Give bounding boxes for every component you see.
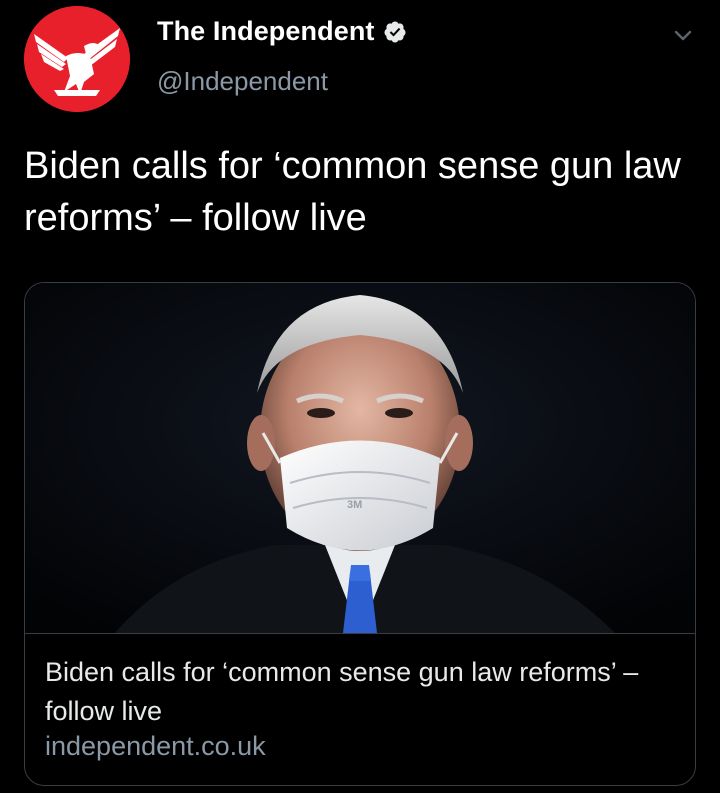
author-display-name[interactable]: The Independent [157,16,375,47]
tweet[interactable]: The Independent @Independent Biden calls… [0,0,720,793]
author-avatar[interactable] [24,6,130,112]
eagle-logo-icon [24,6,130,112]
link-card-image: 3M [25,283,695,633]
author-name-row: The Independent [157,16,407,47]
link-card-title: Biden calls for ‘common sense gun law re… [45,657,639,726]
svg-text:3M: 3M [347,499,362,511]
link-card-domain: independent.co.uk [45,731,266,761]
author-handle[interactable]: @Independent [157,66,328,97]
card-divider [25,633,695,634]
chevron-down-icon[interactable] [672,24,694,46]
tweet-text: Biden calls for ‘common sense gun law re… [24,145,681,239]
verified-badge-icon [383,20,407,44]
link-preview-card[interactable]: 3M Biden calls for ‘common sense gun law… [24,282,696,786]
